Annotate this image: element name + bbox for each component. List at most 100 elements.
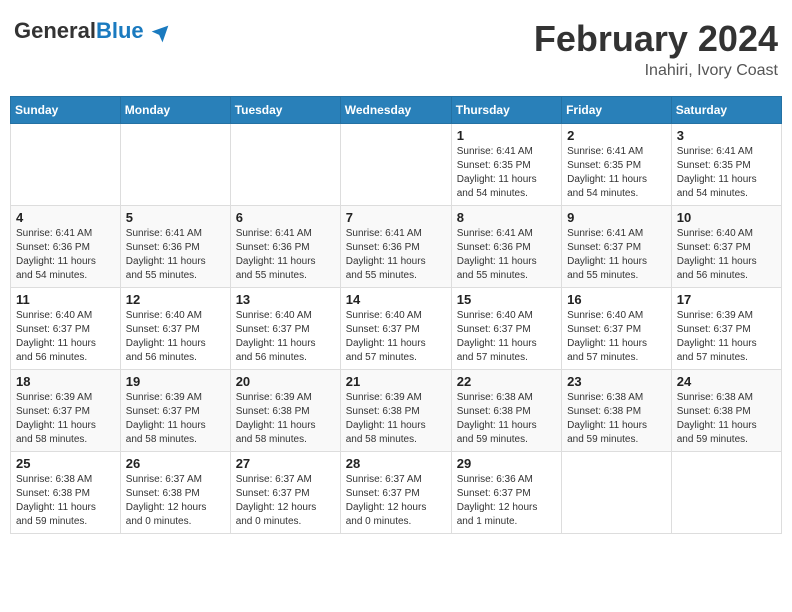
logo-bird-icon xyxy=(150,24,170,44)
day-info: Sunrise: 6:37 AM Sunset: 6:38 PM Dayligh… xyxy=(126,473,225,529)
logo: GeneralBlue xyxy=(14,18,170,44)
day-number: 3 xyxy=(677,128,776,143)
header-wednesday: Wednesday xyxy=(340,97,451,124)
day-number: 22 xyxy=(457,374,556,389)
table-row xyxy=(562,452,672,534)
day-number: 11 xyxy=(16,292,115,307)
day-number: 19 xyxy=(126,374,225,389)
weekday-header-row: Sunday Monday Tuesday Wednesday Thursday… xyxy=(11,97,782,124)
location-subtitle: Inahiri, Ivory Coast xyxy=(534,62,778,80)
table-row: 14Sunrise: 6:40 AM Sunset: 6:37 PM Dayli… xyxy=(340,288,451,370)
table-row: 15 Sunrise: 6:40 AM Sunset: 6:37 PM Dayli… xyxy=(451,288,561,370)
day-number: 15 xyxy=(457,292,556,307)
title-block: February 2024 Inahiri, Ivory Coast xyxy=(534,18,778,80)
table-row: 18 Sunrise: 6:39 AM Sunset: 6:37 PM Dayli… xyxy=(11,370,121,452)
day-number: 28 xyxy=(346,456,446,471)
table-row: 9Sunrise: 6:41 AM Sunset: 6:37 PM Daylig… xyxy=(562,206,672,288)
table-row: 26 Sunrise: 6:37 AM Sunset: 6:38 PM Dayli… xyxy=(120,452,230,534)
month-year-title: February 2024 xyxy=(534,18,778,60)
table-row: 4Sunrise: 6:41 AM Sunset: 6:36 PM Daylig… xyxy=(11,206,121,288)
day-info: Sunrise: 6:39 AM Sunset: 6:38 PM Dayligh… xyxy=(346,391,446,447)
day-number: 17 xyxy=(677,292,776,307)
day-number: 2 xyxy=(567,128,666,143)
week-row-2: 4Sunrise: 6:41 AM Sunset: 6:36 PM Daylig… xyxy=(11,206,782,288)
table-row: 19Sunrise: 6:39 AM Sunset: 6:37 PM Dayli… xyxy=(120,370,230,452)
day-number: 9 xyxy=(567,210,666,225)
day-number: 12 xyxy=(126,292,225,307)
week-row-5: 25 Sunrise: 6:38 AM Sunset: 6:38 PM Dayli… xyxy=(11,452,782,534)
table-row xyxy=(340,124,451,206)
day-info: Sunrise: 6:41 AM Sunset: 6:36 PM Dayligh… xyxy=(236,227,335,283)
day-info: Sunrise: 6:37 AM Sunset: 6:37 PM Dayligh… xyxy=(236,473,335,529)
table-row: 12 Sunrise: 6:40 AM Sunset: 6:37 PM Dayli… xyxy=(120,288,230,370)
table-row: 2 Sunrise: 6:41 AM Sunset: 6:35 PM Daylig… xyxy=(562,124,672,206)
table-row: 17 Sunrise: 6:39 AM Sunset: 6:37 PM Dayli… xyxy=(671,288,781,370)
table-row xyxy=(671,452,781,534)
table-row: 8Sunrise: 6:41 AM Sunset: 6:36 PM Daylig… xyxy=(451,206,561,288)
header-friday: Friday xyxy=(562,97,672,124)
table-row: 3 Sunrise: 6:41 AM Sunset: 6:35 PM Daylig… xyxy=(671,124,781,206)
day-number: 10 xyxy=(677,210,776,225)
table-row: 23 Sunrise: 6:38 AM Sunset: 6:38 PM Dayli… xyxy=(562,370,672,452)
day-number: 26 xyxy=(126,456,225,471)
table-row: 5 Sunrise: 6:41 AM Sunset: 6:36 PM Daylig… xyxy=(120,206,230,288)
day-info: Sunrise: 6:40 AM Sunset: 6:37 PM Dayligh… xyxy=(457,309,556,365)
day-info: Sunrise: 6:40 AM Sunset: 6:37 PM Dayligh… xyxy=(346,309,446,365)
table-row: 22 Sunrise: 6:38 AM Sunset: 6:38 PM Dayli… xyxy=(451,370,561,452)
day-info: Sunrise: 6:41 AM Sunset: 6:35 PM Dayligh… xyxy=(567,145,666,201)
day-number: 5 xyxy=(126,210,225,225)
day-number: 1 xyxy=(457,128,556,143)
day-info: Sunrise: 6:38 AM Sunset: 6:38 PM Dayligh… xyxy=(16,473,115,529)
table-row: 27 Sunrise: 6:37 AM Sunset: 6:37 PM Dayli… xyxy=(230,452,340,534)
week-row-1: 1 Sunrise: 6:41 AM Sunset: 6:35 PM Daylig… xyxy=(11,124,782,206)
day-number: 8 xyxy=(457,210,556,225)
table-row: 13 Sunrise: 6:40 AM Sunset: 6:37 PM Dayli… xyxy=(230,288,340,370)
header-tuesday: Tuesday xyxy=(230,97,340,124)
header-thursday: Thursday xyxy=(451,97,561,124)
week-row-4: 18 Sunrise: 6:39 AM Sunset: 6:37 PM Dayli… xyxy=(11,370,782,452)
day-number: 20 xyxy=(236,374,335,389)
day-info: Sunrise: 6:40 AM Sunset: 6:37 PM Dayligh… xyxy=(126,309,225,365)
day-number: 7 xyxy=(346,210,446,225)
day-info: Sunrise: 6:38 AM Sunset: 6:38 PM Dayligh… xyxy=(567,391,666,447)
table-row: 16Sunrise: 6:40 AM Sunset: 6:37 PM Dayli… xyxy=(562,288,672,370)
table-row: 6 Sunrise: 6:41 AM Sunset: 6:36 PM Daylig… xyxy=(230,206,340,288)
day-info: Sunrise: 6:36 AM Sunset: 6:37 PM Dayligh… xyxy=(457,473,556,529)
table-row: 24Sunrise: 6:38 AM Sunset: 6:38 PM Dayli… xyxy=(671,370,781,452)
table-row: 1Sunrise: 6:41 AM Sunset: 6:35 PM Daylig… xyxy=(451,124,561,206)
logo-blue: Blue xyxy=(96,18,144,43)
table-row: 29Sunrise: 6:36 AM Sunset: 6:37 PM Dayli… xyxy=(451,452,561,534)
day-info: Sunrise: 6:40 AM Sunset: 6:37 PM Dayligh… xyxy=(236,309,335,365)
day-info: Sunrise: 6:39 AM Sunset: 6:37 PM Dayligh… xyxy=(677,309,776,365)
day-number: 18 xyxy=(16,374,115,389)
day-info: Sunrise: 6:37 AM Sunset: 6:37 PM Dayligh… xyxy=(346,473,446,529)
day-info: Sunrise: 6:41 AM Sunset: 6:35 PM Dayligh… xyxy=(677,145,776,201)
day-number: 24 xyxy=(677,374,776,389)
day-number: 27 xyxy=(236,456,335,471)
day-info: Sunrise: 6:40 AM Sunset: 6:37 PM Dayligh… xyxy=(16,309,115,365)
day-info: Sunrise: 6:41 AM Sunset: 6:36 PM Dayligh… xyxy=(126,227,225,283)
table-row xyxy=(120,124,230,206)
day-number: 21 xyxy=(346,374,446,389)
table-row: 7 Sunrise: 6:41 AM Sunset: 6:36 PM Daylig… xyxy=(340,206,451,288)
week-row-3: 11 Sunrise: 6:40 AM Sunset: 6:37 PM Dayli… xyxy=(11,288,782,370)
table-row: 11 Sunrise: 6:40 AM Sunset: 6:37 PM Dayli… xyxy=(11,288,121,370)
page-header: GeneralBlue February 2024 Inahiri, Ivory… xyxy=(10,10,782,88)
day-info: Sunrise: 6:39 AM Sunset: 6:38 PM Dayligh… xyxy=(236,391,335,447)
table-row: 25 Sunrise: 6:38 AM Sunset: 6:38 PM Dayli… xyxy=(11,452,121,534)
day-info: Sunrise: 6:41 AM Sunset: 6:36 PM Dayligh… xyxy=(16,227,115,283)
table-row: 20 Sunrise: 6:39 AM Sunset: 6:38 PM Dayli… xyxy=(230,370,340,452)
table-row xyxy=(230,124,340,206)
day-number: 25 xyxy=(16,456,115,471)
day-info: Sunrise: 6:39 AM Sunset: 6:37 PM Dayligh… xyxy=(16,391,115,447)
day-number: 23 xyxy=(567,374,666,389)
table-row: 10 Sunrise: 6:40 AM Sunset: 6:37 PM Dayli… xyxy=(671,206,781,288)
logo-text: GeneralBlue xyxy=(14,18,170,44)
logo-general: General xyxy=(14,18,96,43)
day-info: Sunrise: 6:40 AM Sunset: 6:37 PM Dayligh… xyxy=(567,309,666,365)
day-info: Sunrise: 6:41 AM Sunset: 6:36 PM Dayligh… xyxy=(346,227,446,283)
day-info: Sunrise: 6:38 AM Sunset: 6:38 PM Dayligh… xyxy=(457,391,556,447)
day-info: Sunrise: 6:40 AM Sunset: 6:37 PM Dayligh… xyxy=(677,227,776,283)
day-number: 13 xyxy=(236,292,335,307)
day-number: 6 xyxy=(236,210,335,225)
